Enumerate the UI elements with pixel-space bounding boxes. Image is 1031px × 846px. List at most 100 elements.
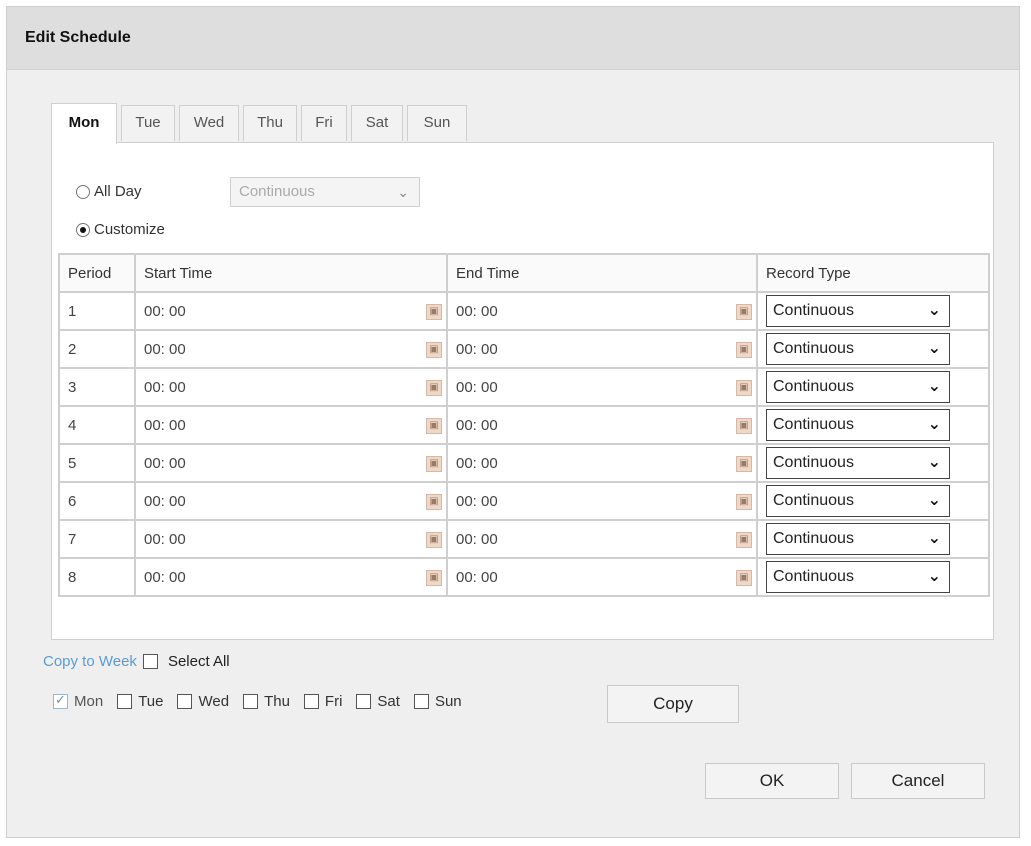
clock-picker-icon[interactable]: ▣	[426, 532, 442, 548]
record-type-cell: Continuous ⌄	[756, 405, 990, 445]
clock-picker-icon[interactable]: ▣	[426, 380, 442, 396]
copy-day-wed-checkbox[interactable]	[177, 694, 193, 709]
start-time-value: 00: 00	[144, 416, 186, 434]
end-time-field[interactable]: 00: 00 ▣	[446, 329, 758, 369]
record-type-select[interactable]: Continuous ⌄	[766, 485, 950, 517]
record-type-value: Continuous	[773, 530, 854, 547]
start-time-field[interactable]: 00: 00 ▣	[134, 291, 448, 331]
header-period: Period	[58, 253, 136, 293]
period-cell: 8	[58, 557, 136, 597]
copy-day-thu[interactable]: Thu	[243, 693, 290, 710]
copy-day-mon-checkbox[interactable]	[53, 692, 68, 709]
start-time-field[interactable]: 00: 00 ▣	[134, 519, 448, 559]
clock-picker-icon[interactable]: ▣	[426, 342, 442, 358]
dialog-title: Edit Schedule	[25, 29, 131, 46]
period-cell: 2	[58, 329, 136, 369]
schedule-panel: All Day Continuous ⌄ Customize Period St…	[51, 142, 994, 640]
end-time-field[interactable]: 00: 00 ▣	[446, 291, 758, 331]
copy-day-tue-checkbox[interactable]	[117, 694, 133, 709]
clock-picker-icon[interactable]: ▣	[736, 494, 752, 510]
copy-day-wed-label: Wed	[198, 693, 230, 710]
record-type-select[interactable]: Continuous ⌄	[766, 561, 950, 593]
copy-to-week-link[interactable]: Copy to Week	[43, 653, 137, 670]
copy-button[interactable]: Copy	[607, 685, 739, 723]
record-type-select[interactable]: Continuous ⌄	[766, 333, 950, 365]
record-type-cell: Continuous ⌄	[756, 557, 990, 597]
clock-picker-icon[interactable]: ▣	[736, 418, 752, 434]
table-row: 7 00: 00 ▣ 00: 00 ▣ Continuous ⌄	[58, 519, 990, 559]
record-type-value: Continuous	[773, 378, 854, 395]
copy-day-fri-checkbox[interactable]	[303, 694, 319, 709]
clock-picker-icon[interactable]: ▣	[736, 570, 752, 586]
tab-tue[interactable]: Tue	[121, 105, 175, 141]
copy-day-sat[interactable]: Sat	[356, 693, 400, 710]
tab-sat[interactable]: Sat	[351, 105, 403, 141]
copy-day-mon[interactable]: Mon	[53, 692, 103, 710]
all-day-type-select: Continuous ⌄	[230, 177, 420, 207]
start-time-field[interactable]: 00: 00 ▣	[134, 443, 448, 483]
end-time-field[interactable]: 00: 00 ▣	[446, 405, 758, 445]
all-day-type-value: Continuous	[239, 183, 315, 200]
start-time-field[interactable]: 00: 00 ▣	[134, 367, 448, 407]
tab-sun[interactable]: Sun	[407, 105, 467, 141]
end-time-field[interactable]: 00: 00 ▣	[446, 367, 758, 407]
clock-picker-icon[interactable]: ▣	[426, 494, 442, 510]
end-time-field[interactable]: 00: 00 ▣	[446, 557, 758, 597]
all-day-radio[interactable]	[76, 184, 90, 199]
record-type-value: Continuous	[773, 302, 854, 319]
chevron-down-icon: ⌄	[927, 568, 941, 585]
cancel-button[interactable]: Cancel	[851, 763, 985, 799]
copy-day-thu-checkbox[interactable]	[243, 694, 259, 709]
start-time-field[interactable]: 00: 00 ▣	[134, 329, 448, 369]
copy-day-sun-label: Sun	[434, 693, 462, 710]
table-header-row: Period Start Time End Time Record Type	[58, 253, 990, 293]
copy-day-sun-checkbox[interactable]	[413, 694, 429, 709]
clock-picker-icon[interactable]: ▣	[736, 342, 752, 358]
tab-mon[interactable]: Mon	[51, 103, 117, 144]
copy-day-sat-checkbox[interactable]	[356, 694, 372, 709]
chevron-down-icon: ⌄	[927, 416, 941, 433]
customize-radio[interactable]	[76, 222, 90, 237]
edit-schedule-dialog: Edit Schedule Mon Tue Wed Thu Fri Sat Su…	[6, 6, 1020, 838]
copy-day-fri[interactable]: Fri	[303, 693, 342, 710]
ok-button[interactable]: OK	[705, 763, 839, 799]
clock-picker-icon[interactable]: ▣	[426, 418, 442, 434]
copy-day-wed[interactable]: Wed	[177, 693, 229, 710]
copy-day-tue[interactable]: Tue	[117, 693, 163, 710]
copy-day-sun[interactable]: Sun	[413, 693, 462, 710]
tab-fri[interactable]: Fri	[301, 105, 347, 141]
all-day-option[interactable]: All Day	[76, 183, 142, 200]
clock-picker-icon[interactable]: ▣	[426, 304, 442, 320]
period-table: Period Start Time End Time Record Type 1…	[58, 253, 990, 597]
customize-option[interactable]: Customize	[76, 221, 165, 238]
customize-label: Customize	[94, 221, 165, 238]
clock-picker-icon[interactable]: ▣	[426, 456, 442, 472]
start-time-value: 00: 00	[144, 340, 186, 358]
end-time-field[interactable]: 00: 00 ▣	[446, 481, 758, 521]
tab-thu[interactable]: Thu	[243, 105, 297, 141]
tab-wed[interactable]: Wed	[179, 105, 239, 141]
record-type-select[interactable]: Continuous ⌄	[766, 295, 950, 327]
record-type-select[interactable]: Continuous ⌄	[766, 371, 950, 403]
header-start-time: Start Time	[134, 253, 448, 293]
start-time-field[interactable]: 00: 00 ▣	[134, 481, 448, 521]
start-time-field[interactable]: 00: 00 ▣	[134, 557, 448, 597]
record-type-cell: Continuous ⌄	[756, 329, 990, 369]
record-type-select[interactable]: Continuous ⌄	[766, 409, 950, 441]
start-time-field[interactable]: 00: 00 ▣	[134, 405, 448, 445]
record-type-cell: Continuous ⌄	[756, 519, 990, 559]
clock-picker-icon[interactable]: ▣	[736, 304, 752, 320]
record-type-value: Continuous	[773, 568, 854, 585]
end-time-field[interactable]: 00: 00 ▣	[446, 519, 758, 559]
end-time-field[interactable]: 00: 00 ▣	[446, 443, 758, 483]
end-time-value: 00: 00	[456, 492, 498, 510]
clock-picker-icon[interactable]: ▣	[736, 456, 752, 472]
record-type-select[interactable]: Continuous ⌄	[766, 447, 950, 479]
select-all-checkbox[interactable]	[142, 654, 158, 669]
clock-picker-icon[interactable]: ▣	[736, 380, 752, 396]
record-type-value: Continuous	[773, 340, 854, 357]
chevron-down-icon: ⌄	[927, 492, 941, 509]
clock-picker-icon[interactable]: ▣	[426, 570, 442, 586]
record-type-select[interactable]: Continuous ⌄	[766, 523, 950, 555]
clock-picker-icon[interactable]: ▣	[736, 532, 752, 548]
